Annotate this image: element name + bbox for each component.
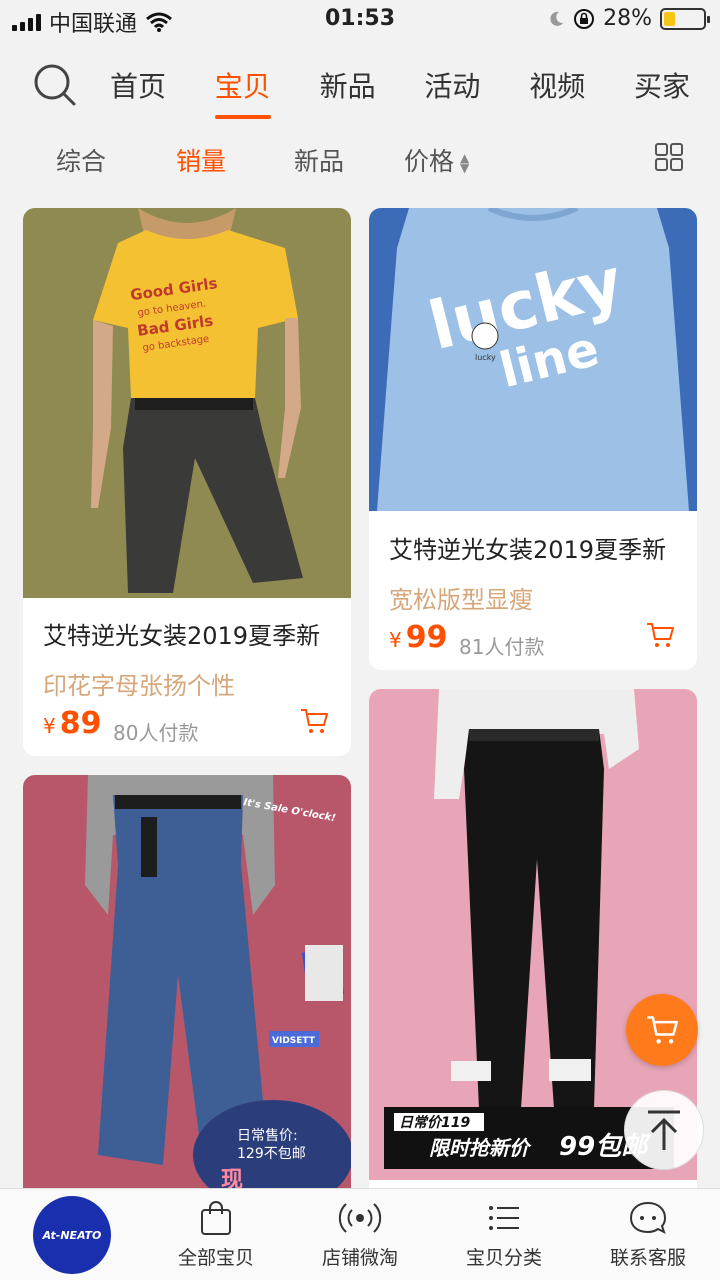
product-subtitle: 宽松版型显瘦 [389,586,533,614]
product-card[interactable]: It's Sale O'clock! VIDSETT 日常售价: 129不包邮 … [23,775,351,1205]
list-icon [489,1206,519,1230]
currency-symbol: ¥ [43,714,56,738]
tab-events[interactable]: 活动 [424,57,480,113]
floating-cart-button[interactable] [626,994,698,1066]
price-value: 99 [405,620,448,655]
product-title[interactable]: 艾特逆光女装2019夏季新 [43,616,320,651]
bottom-item-label: 全部宝贝 [177,1247,254,1269]
product-price: ¥99 [389,620,447,655]
bottom-bar: At-NEATO 全部宝贝 店铺微淘 宝贝分类 联系客服 [0,1188,720,1280]
rotation-lock-icon [574,8,595,29]
bottom-item-label: 联系客服 [609,1247,686,1269]
bottom-item-label: 宝贝分类 [465,1247,542,1269]
cart-icon [647,1016,678,1044]
product-card[interactable]: lucky line lucky 艾特逆光女装2019夏季新 宽松版型显瘦 ¥9… [369,208,697,670]
product-image[interactable]: lucky line lucky [369,208,697,511]
bottom-item-label: 店铺微淘 [321,1247,398,1269]
price-value: 89 [59,706,102,741]
promo-text: 日常售价: [237,1128,298,1144]
product-card[interactable]: Good Girls go to heaven. Bad Girls go ba… [23,208,351,756]
product-price: ¥89 [43,706,101,741]
shop-logo-button[interactable]: At-NEATO [0,1189,144,1280]
bottom-item-categories[interactable]: 宝贝分类 [432,1189,576,1280]
nav-tabs: 首页 宝贝 新品 活动 视频 买家 [110,57,720,119]
sort-price-label: 价格 [404,147,455,176]
arrow-up-icon [648,1110,680,1150]
sort-comprehensive[interactable]: 综合 [56,142,106,178]
grid-view-icon[interactable] [654,142,684,172]
tab-items[interactable]: 宝贝 [214,57,271,119]
chat-icon [629,1201,667,1234]
bottom-item-store-feed[interactable]: 店铺微淘 [288,1189,432,1280]
bottom-item-customer-service[interactable]: 联系客服 [576,1189,720,1280]
promo-text: 日常价119 [399,1114,470,1131]
product-title[interactable]: 艾特逆光女装2019夏季新 [389,530,666,565]
battery-icon [660,7,710,30]
product-subtitle: 印花字母张扬个性 [43,672,235,700]
tab-new[interactable]: 新品 [320,57,376,113]
sort-sales[interactable]: 销量 [176,142,226,178]
tab-home[interactable]: 首页 [110,57,166,113]
signal-icon [338,1203,382,1233]
shop-logo: At-NEATO [33,1196,111,1274]
sold-count: 81人付款 [459,635,545,659]
sticker-text: VIDSETT [272,1036,316,1046]
promo-text: 129不包邮 [237,1146,306,1162]
bottom-item-all-items[interactable]: 全部宝贝 [144,1189,288,1280]
sort-bar: 综合 销量 新品 价格 ▲ ▼ [0,130,720,188]
battery-percent: 28% [603,6,652,31]
bag-icon [201,1201,231,1235]
tab-video[interactable]: 视频 [529,57,585,113]
sold-count: 80人付款 [113,721,199,745]
add-to-cart-icon[interactable] [645,620,675,650]
sort-price[interactable]: 价格 ▲ ▼ [404,142,469,178]
back-to-top-button[interactable] [624,1090,704,1170]
status-bar: 中国联通 01:53 28% [0,0,720,40]
product-image[interactable]: It's Sale O'clock! VIDSETT 日常售价: 129不包邮 … [23,775,351,1205]
top-nav: 首页 宝贝 新品 活动 视频 买家 [0,40,720,130]
product-image[interactable]: Good Girls go to heaven. Bad Girls go ba… [23,208,351,598]
tab-buyers[interactable]: 买家 [634,57,690,113]
shirt-print-text: lucky [475,353,496,362]
currency-symbol: ¥ [389,628,402,652]
search-icon [34,64,76,106]
add-to-cart-icon[interactable] [299,706,329,736]
sort-new[interactable]: 新品 [294,142,344,178]
search-button[interactable] [0,40,110,130]
promo-text: 限时抢新价 [429,1136,532,1160]
sort-arrows-icon: ▲ ▼ [460,151,470,175]
moon-icon [550,11,564,26]
